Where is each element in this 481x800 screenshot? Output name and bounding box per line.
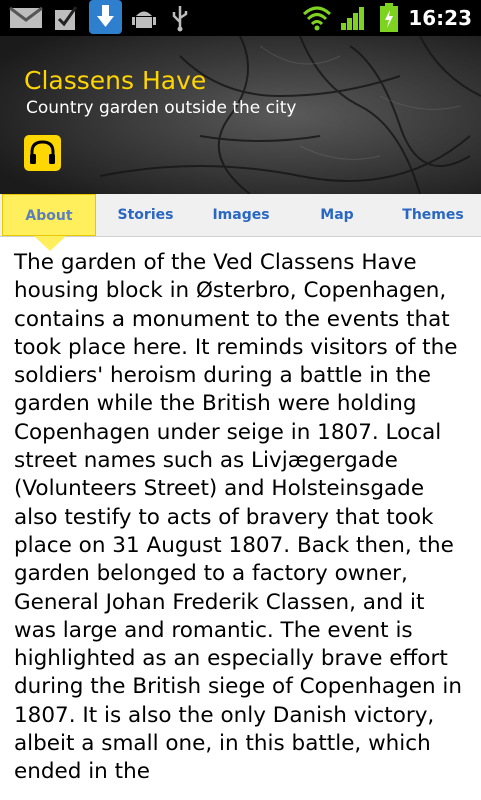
audio-button[interactable] xyxy=(24,135,61,171)
clock: 16:23 xyxy=(408,6,472,30)
headphones-icon xyxy=(30,140,55,164)
checkbox-icon xyxy=(55,6,78,30)
header: Classens Have Country garden outside the… xyxy=(0,36,481,194)
android-icon xyxy=(132,11,156,28)
tab-map[interactable]: Map xyxy=(289,194,385,236)
tab-themes[interactable]: Themes xyxy=(385,194,481,236)
tab-stories[interactable]: Stories xyxy=(98,194,193,236)
wifi-icon xyxy=(302,6,332,31)
usb-icon xyxy=(172,6,188,32)
status-bar: 16:23 xyxy=(0,0,481,36)
tab-bar: About Stories Images Map Themes xyxy=(0,194,481,237)
tab-about[interactable]: About xyxy=(2,194,96,236)
signal-icon xyxy=(341,7,364,30)
tab-images[interactable]: Images xyxy=(193,194,289,236)
download-icon xyxy=(89,0,122,34)
gmail-icon xyxy=(9,6,43,28)
battery-charging-icon xyxy=(380,3,398,32)
about-text: The garden of the Ved Classens Have hous… xyxy=(14,250,463,785)
place-title: Classens Have xyxy=(24,66,207,95)
place-subtitle: Country garden outside the city xyxy=(26,98,297,118)
